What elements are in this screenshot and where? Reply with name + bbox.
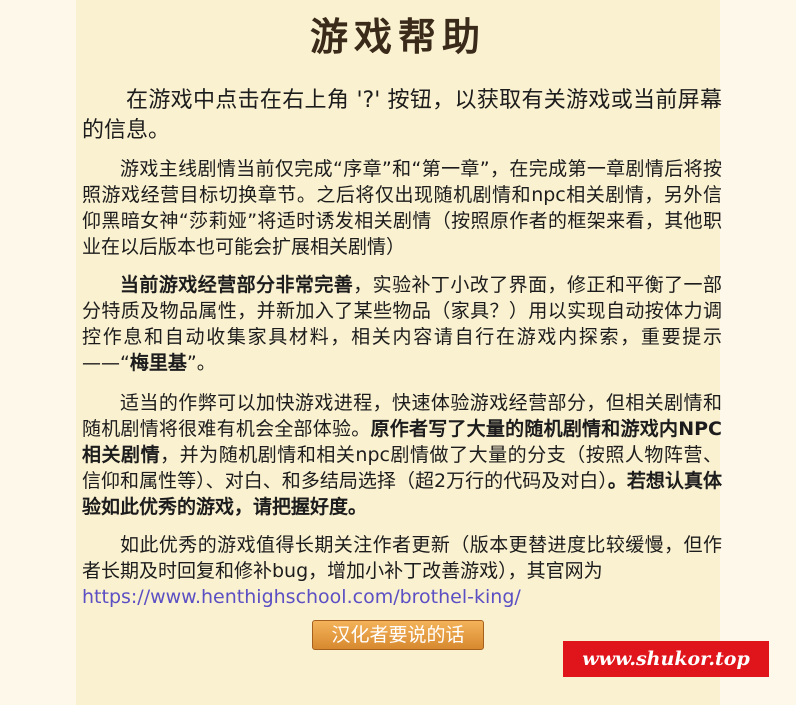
cheat-paragraph: 适当的作弊可以加快游戏进程，快速体验游戏经营部分，但相关剧情和随机剧情将很难有机… (82, 390, 722, 520)
story-paragraph: 游戏主线剧情当前仅完成“序章”和“第一章”，在完成第一章剧情后将按照游戏经营目标… (82, 158, 722, 258)
page: 游戏帮助 在游戏中点击在右上角 '?' 按钮，以获取有关游戏或当前屏幕的信息。 … (0, 0, 796, 705)
management-bold-lead: 当前游戏经营部分非常完善 (120, 274, 354, 296)
translator-notes-button[interactable]: 汉化者要说的话 (312, 620, 484, 650)
watermark-badge: www.shukor.top (563, 641, 769, 677)
management-paragraph: 当前游戏经营部分非常完善，实验补丁小改了界面，修正和平衡了一部分特质及物品属性，… (82, 272, 722, 376)
author-paragraph: 如此优秀的游戏值得长期关注作者更新（版本更替进度比较缓慢，但作者长期及时回复和修… (82, 532, 722, 610)
management-bold-key: 梅里基 (129, 352, 187, 374)
page-title: 游戏帮助 (309, 14, 486, 59)
author-text: 如此优秀的游戏值得长期关注作者更新（版本更替进度比较缓慢，但作者长期及时回复和修… (82, 534, 722, 582)
intro-paragraph: 在游戏中点击在右上角 '?' 按钮，以获取有关游戏或当前屏幕的信息。 (82, 88, 722, 143)
management-tail: ”。 (186, 352, 216, 374)
official-site-link[interactable]: https://www.henthighschool.com/brothel-k… (82, 584, 722, 610)
